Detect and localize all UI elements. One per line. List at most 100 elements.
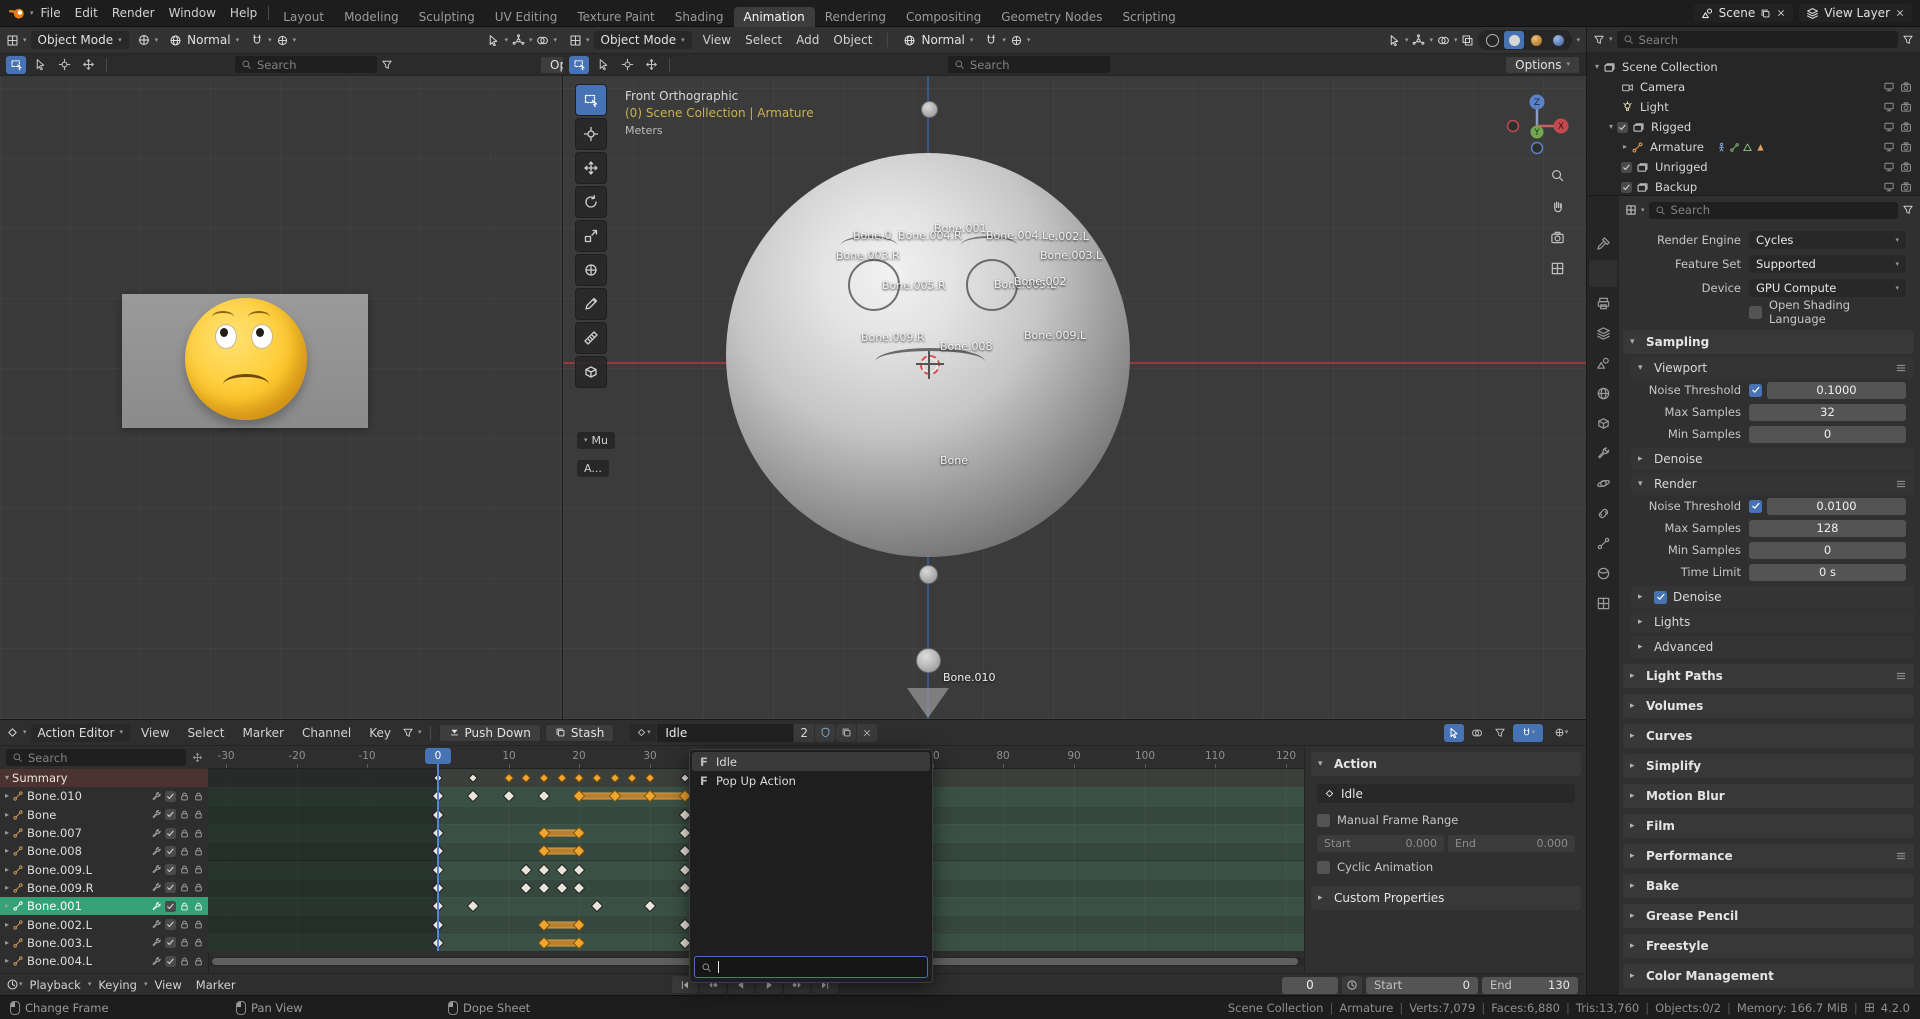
workspace-tab-shading[interactable]: Shading [665,7,734,27]
orientation-dropdown[interactable]: Normal ▾ [162,31,246,49]
end-field[interactable]: End 0.000 [1448,835,1575,852]
menu-render[interactable]: Render [105,4,162,22]
lock-icon[interactable] [193,919,204,930]
properties-tab-render[interactable] [1589,260,1617,287]
panel-motion-blur[interactable]: ▸ Motion Blur [1623,784,1914,808]
chevron-right-icon[interactable]: ▸ [5,938,9,947]
modifier-icon[interactable] [151,919,162,930]
properties-tab-printer[interactable] [1589,290,1617,317]
custom-properties-panel-header[interactable]: ▸ Custom Properties [1311,886,1581,910]
cyclic-animation-checkbox[interactable] [1317,860,1330,874]
menu-add[interactable]: Add [789,31,826,49]
mode-dropdown[interactable]: Object Mode ▾ [30,31,129,49]
lock-icon[interactable] [193,901,204,912]
chevron-right-icon[interactable]: ▸ [5,847,9,855]
collection-checkbox[interactable] [1617,121,1629,133]
action-users-button[interactable]: 2 [794,723,814,742]
panel-volumes[interactable]: ▸ Volumes [1623,694,1914,718]
workspace-tab-uv-editing[interactable]: UV Editing [485,7,568,27]
orientation-dropdown[interactable]: Normal ▾ [896,31,980,49]
mute-checkbox[interactable] [165,882,176,894]
properties-tab-tool[interactable] [1589,230,1617,257]
modifier-icon[interactable] [151,864,162,875]
panel-color-management[interactable]: ▸ Color Management [1623,964,1914,988]
main-viewport[interactable]: Front Orthographic (0) Scene Collection … [563,76,1586,719]
filter-icon[interactable] [1902,204,1914,216]
viewport-camera-view-icon[interactable] [1550,230,1565,245]
menu-marker[interactable]: Marker [235,724,290,742]
navigation-gizmo[interactable]: Z X Y [1505,92,1569,156]
lock-icon[interactable] [193,937,204,948]
stash-button[interactable]: Stash [544,723,615,742]
shading-material-icon[interactable] [1526,31,1546,49]
panel-denoise[interactable]: ▸ Denoise [1631,448,1914,470]
menu-key[interactable]: Key [362,724,398,742]
lock-icon[interactable] [179,956,190,967]
panel-menu-icon[interactable] [1895,362,1907,374]
mute-checkbox[interactable] [165,919,176,931]
popup-item-pop-up-action[interactable]: F Pop Up Action [692,771,930,790]
editor-type-icon[interactable] [569,34,582,47]
channel-bone-007[interactable]: ▸ Bone.007 [0,824,208,842]
modifier-icon[interactable] [151,846,162,857]
chevron-right-icon[interactable]: ▸ [5,920,9,929]
shading-wireframe-icon[interactable] [1482,31,1502,49]
action-browse-button[interactable]: ▾ [630,723,657,742]
modifier-icon[interactable] [151,901,162,912]
panel-film[interactable]: ▸ Film [1623,814,1914,838]
chevron-right-icon[interactable]: ▸ [5,883,9,892]
select-mode-move-icon[interactable] [641,56,661,74]
action-name-field[interactable]: Idle [657,723,794,742]
checkbox-open-shading-language[interactable] [1749,305,1762,319]
monitor-toggle-icon[interactable] [1883,121,1895,133]
tool-search-field[interactable]: Search [235,56,377,73]
chevron-right-icon[interactable]: ▸ [5,902,9,910]
panel-freestyle[interactable]: ▸ Freestyle [1623,934,1914,958]
properties-tab-layers[interactable] [1589,320,1617,347]
select-mode-boxsel-icon[interactable] [6,55,26,74]
editor-type-icon[interactable] [6,34,19,47]
panel-performance[interactable]: ▸ Performance [1623,844,1914,868]
panel-lights[interactable]: ▸ Lights [1631,611,1914,633]
properties-tab-bone[interactable] [1589,530,1617,557]
menu-channel[interactable]: Channel [295,724,358,742]
options-button[interactable]: Options ▾ [1505,55,1580,74]
properties-tab-link[interactable] [1589,500,1617,527]
outliner-row-rigged[interactable]: ▾ Rigged [1587,117,1920,137]
chevron-down-icon[interactable]: ▾ [5,774,9,782]
prop-value-field[interactable]: 0 [1749,541,1906,559]
channel-bone-009-r[interactable]: ▸ Bone.009.R [0,879,208,897]
tool-add-cube-button[interactable] [575,356,607,388]
lock-icon[interactable] [193,828,204,839]
camphoto-toggle-icon[interactable] [1900,81,1912,93]
lock-icon[interactable] [179,828,190,839]
end-frame-field[interactable]: End 130 [1482,976,1578,994]
outliner-row-scene-collection[interactable]: ▾ Scene Collection [1587,57,1920,77]
view-layer-selector[interactable]: View Layer [1799,4,1912,22]
lock-icon[interactable] [193,956,204,967]
modifier-icon[interactable] [151,937,162,948]
mute-checkbox[interactable] [165,827,176,839]
fake-user-button[interactable] [815,723,835,742]
channel-bone-002-l[interactable]: ▸ Bone.002.L [0,915,208,933]
workspace-tab-modeling[interactable]: Modeling [334,7,409,27]
scene-selector[interactable]: Scene [1693,4,1794,22]
start-field[interactable]: Start 0.000 [1317,835,1444,852]
chevron-right-icon[interactable]: ▸ [5,810,9,819]
outliner-search-field[interactable]: Search [1616,31,1898,48]
overlays-icon[interactable] [536,34,549,47]
emoji-head-object[interactable] [185,298,307,420]
proportional-edit-icon[interactable] [1010,34,1023,47]
outliner-row-unrigged[interactable]: Unrigged [1587,157,1920,177]
show-hidden-toggle-icon[interactable] [1467,724,1487,742]
camphoto-toggle-icon[interactable] [1900,181,1912,193]
chevron-right-icon[interactable]: ▸ [5,957,9,965]
viewport-pan-icon[interactable] [1550,199,1565,214]
blender-logo-icon[interactable] [8,4,26,22]
mute-checkbox[interactable] [165,900,176,912]
overlays-icon[interactable] [1437,34,1450,47]
editor-type-icon[interactable] [1625,204,1637,216]
lock-icon[interactable] [193,791,204,802]
panel-light-paths[interactable]: ▸ Light Paths [1623,664,1914,688]
tool-move-button[interactable] [575,152,607,184]
